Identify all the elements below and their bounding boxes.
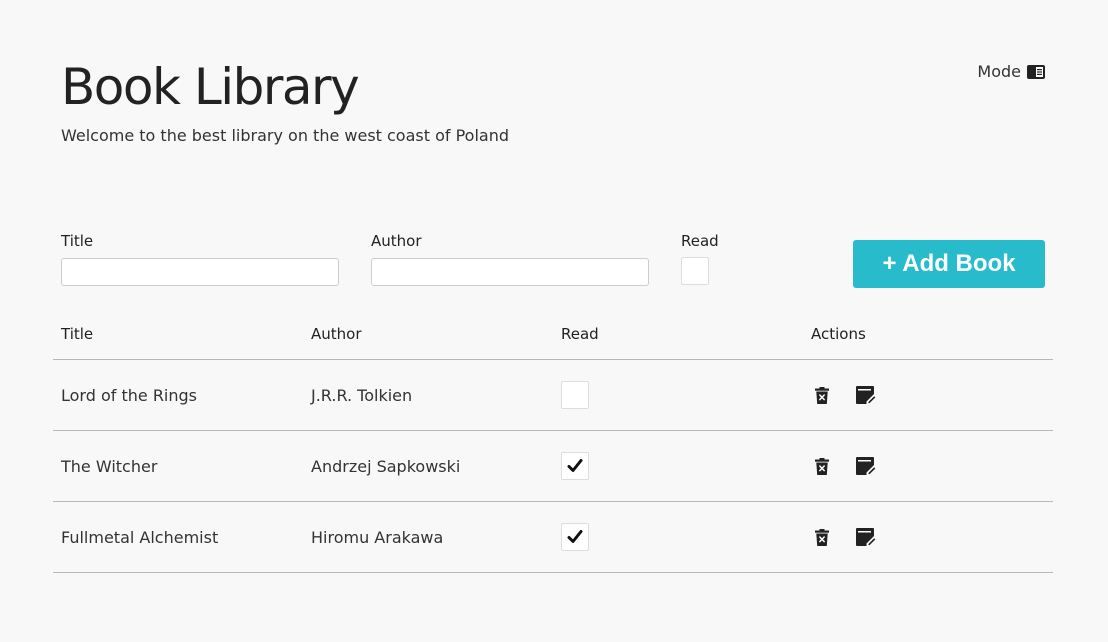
book-actions-cell: [803, 359, 1053, 431]
trash-delete-icon[interactable]: [811, 455, 833, 477]
book-author-cell: Hiromu Arakawa: [303, 501, 553, 573]
table-row: Lord of the Rings J.R.R. Tolkien: [53, 359, 1053, 431]
add-book-button[interactable]: + Add Book: [853, 240, 1045, 288]
table-header-row: Title Author Read Actions: [53, 308, 1053, 360]
book-read-cell: [553, 359, 803, 431]
book-read-cell: [553, 430, 803, 502]
edit-note-icon[interactable]: [855, 526, 877, 548]
column-header-read: Read: [553, 308, 803, 360]
trash-delete-icon[interactable]: [811, 384, 833, 406]
book-actions-cell: [803, 501, 1053, 573]
table-row: Fullmetal Alchemist Hiromu Arakawa: [53, 501, 1053, 573]
column-header-author: Author: [303, 308, 553, 360]
read-checkbox[interactable]: [681, 257, 709, 285]
row-read-checkbox[interactable]: [561, 452, 589, 480]
book-author-cell: Andrzej Sapkowski: [303, 430, 553, 502]
author-field-label: Author: [371, 232, 422, 250]
book-reader-icon: [1027, 64, 1045, 79]
book-read-cell: [553, 501, 803, 573]
title-field-label: Title: [61, 232, 94, 250]
book-title-cell: Lord of the Rings: [53, 359, 303, 431]
book-author-cell: J.R.R. Tolkien: [303, 359, 553, 431]
page: Mode Book Library Welcome to the best li…: [53, 0, 1053, 642]
row-read-checkbox[interactable]: [561, 381, 589, 409]
column-header-title: Title: [53, 308, 303, 360]
edit-note-icon[interactable]: [855, 455, 877, 477]
checkmark-icon: [567, 530, 583, 543]
title-input[interactable]: [61, 258, 339, 286]
trash-delete-icon[interactable]: [811, 526, 833, 548]
page-subtitle: Welcome to the best library on the west …: [61, 126, 510, 145]
book-table: Title Author Read Actions Lord of the Ri…: [53, 308, 1053, 573]
mode-label: Mode: [977, 62, 1021, 81]
page-title: Book Library: [61, 58, 360, 116]
edit-note-icon[interactable]: [855, 384, 877, 406]
book-title-cell: The Witcher: [53, 430, 303, 502]
column-header-actions: Actions: [803, 308, 1053, 360]
mode-toggle[interactable]: Mode: [977, 62, 1045, 81]
author-input[interactable]: [371, 258, 649, 286]
row-read-checkbox[interactable]: [561, 523, 589, 551]
book-title-cell: Fullmetal Alchemist: [53, 501, 303, 573]
table-row: The Witcher Andrzej Sapkowski: [53, 430, 1053, 502]
checkmark-icon: [567, 459, 583, 472]
read-field-label: Read: [681, 232, 719, 250]
book-actions-cell: [803, 430, 1053, 502]
